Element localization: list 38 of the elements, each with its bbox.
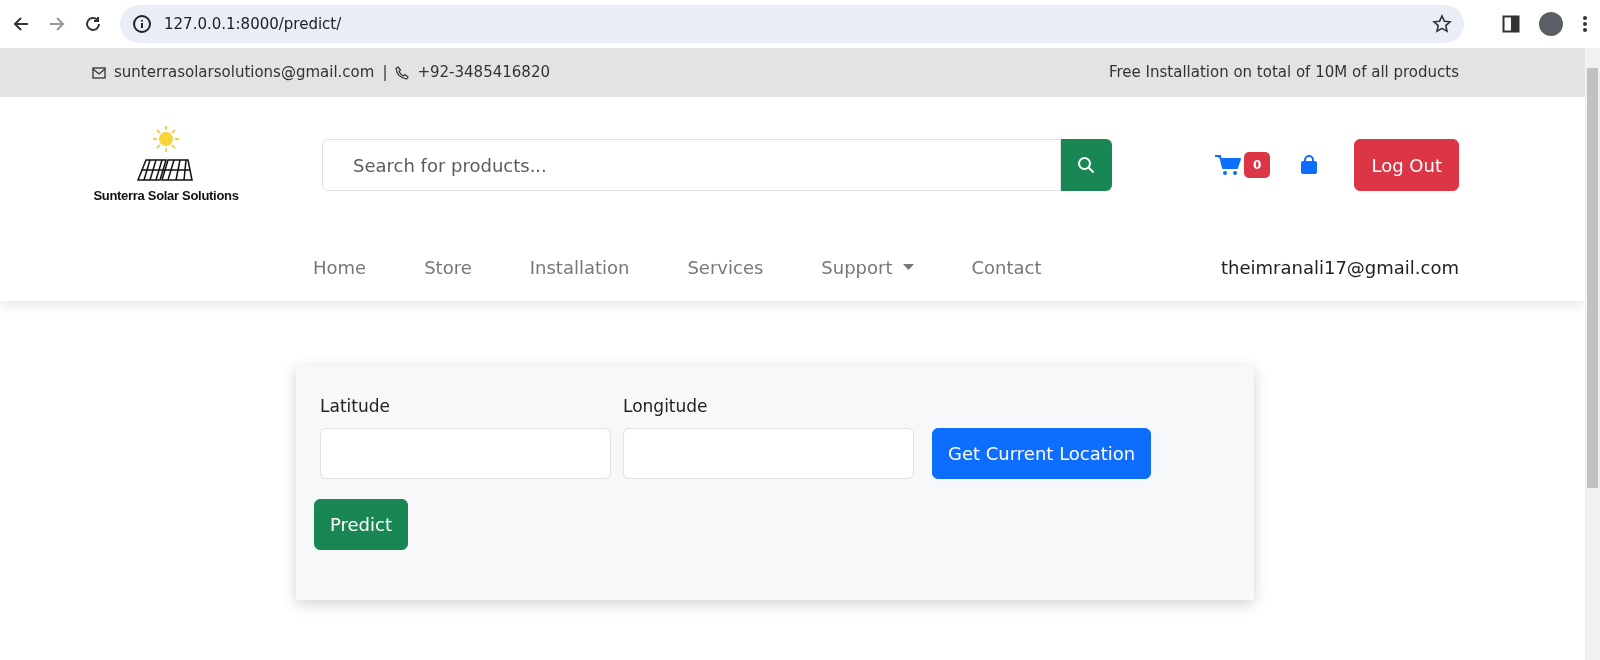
menu-icon[interactable] — [1582, 15, 1588, 33]
info-icon[interactable] — [132, 14, 152, 34]
search-icon — [1077, 156, 1096, 174]
scrollbar[interactable] — [1585, 48, 1600, 660]
coordinate-field[interactable] — [320, 427, 611, 479]
address-bar[interactable]: 127.0.0.1:8000/predict/ — [120, 5, 1464, 43]
phone-text: +92-3485416820 — [417, 62, 550, 84]
bag-icon[interactable] — [1300, 155, 1319, 175]
get-location-button[interactable]: Get Current Location — [932, 427, 1152, 479]
field-label: Longitude — [623, 395, 709, 418]
reload-icon[interactable] — [84, 15, 102, 33]
side-panel-icon[interactable] — [1502, 15, 1520, 33]
user-email: theimranali17@gmail.com — [1221, 255, 1459, 280]
promo-text: Free Installation on total of 10M of all products — [1108, 62, 1459, 84]
cart-icon[interactable] — [1214, 153, 1244, 177]
nav-link[interactable]: Installation — [500, 253, 659, 281]
envelope-icon — [92, 66, 106, 79]
separator-text: | — [382, 62, 388, 84]
email-text: sunterrasolarsolutions@gmail.com — [114, 62, 375, 84]
search-field[interactable]: Search for products... — [322, 139, 1061, 191]
back-icon[interactable] — [12, 15, 30, 33]
nav-link[interactable]: Support — [792, 253, 943, 281]
cart-count: 0 — [1244, 152, 1271, 178]
coordinate-field[interactable] — [623, 427, 914, 479]
search-button[interactable] — [1060, 139, 1112, 191]
logo-text: Sunterra Solar Solutions — [93, 187, 239, 206]
url-text: 127.0.0.1:8000/predict/ — [164, 13, 342, 35]
forward-icon[interactable] — [48, 15, 66, 33]
star-icon[interactable] — [1432, 14, 1452, 34]
avatar-icon[interactable] — [1538, 11, 1564, 37]
nav-link[interactable]: Services — [658, 253, 793, 281]
field-label: Latitude — [320, 395, 391, 418]
predict-button[interactable]: Predict — [314, 498, 408, 550]
logout-button[interactable]: Log Out — [1354, 139, 1459, 191]
phone-icon — [395, 65, 410, 80]
nav-link[interactable]: Store — [395, 253, 501, 281]
nav-link[interactable]: Contact — [942, 253, 1071, 281]
nav-link[interactable]: Home — [284, 253, 396, 281]
